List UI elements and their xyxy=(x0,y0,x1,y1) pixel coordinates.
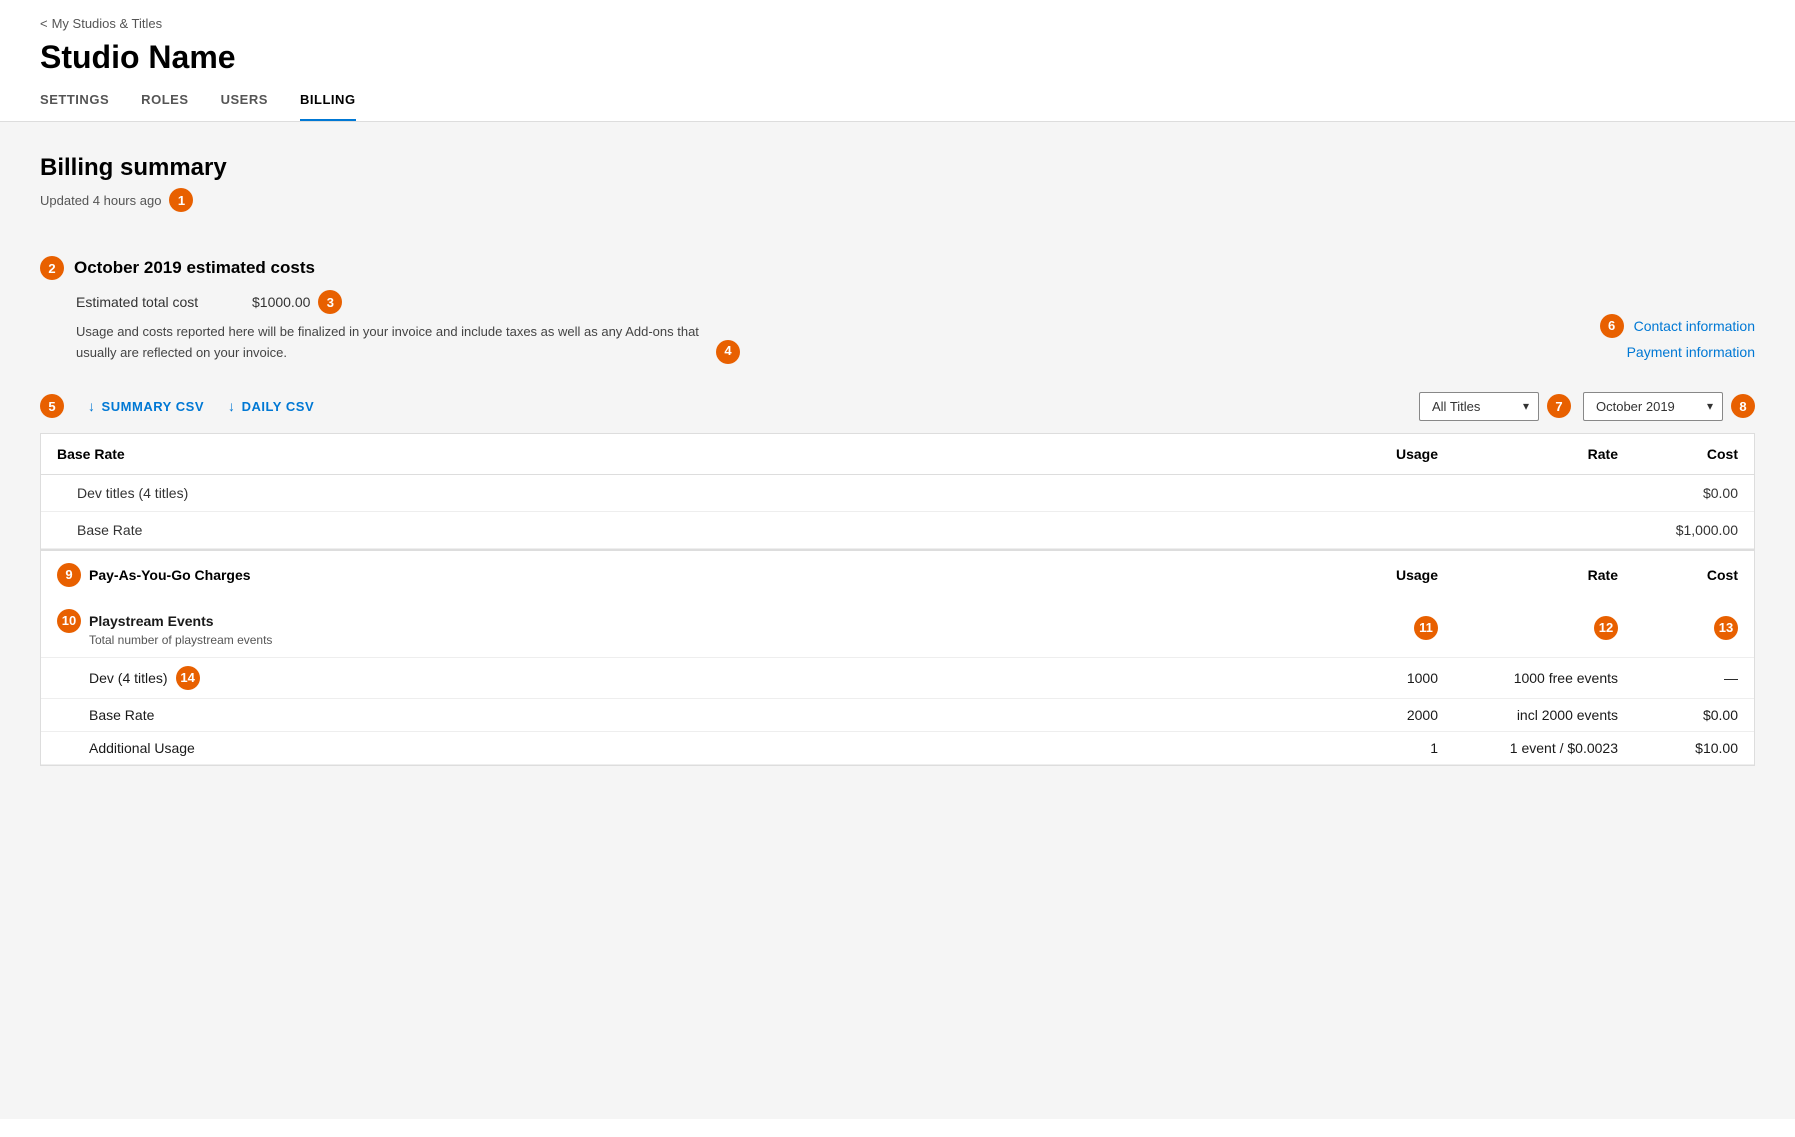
summary-csv-button[interactable]: ↓ SUMMARY CSV xyxy=(88,398,204,414)
playstream-section: 10 Playstream Events Total number of pla… xyxy=(41,599,1754,658)
base-rate-section-header: Base Rate Usage Rate Cost xyxy=(41,434,1754,475)
badge-13: 13 xyxy=(1714,616,1738,640)
badge-4: 4 xyxy=(716,340,740,364)
estimated-section-title: October 2019 estimated costs xyxy=(74,258,315,278)
table-row: Base Rate 2000 incl 2000 events $0.00 xyxy=(41,699,1754,732)
table-row: Dev titles (4 titles) $0.00 xyxy=(41,475,1754,512)
playstream-sublabel: Total number of playstream events xyxy=(57,633,1318,647)
download-icon: ↓ xyxy=(228,398,236,414)
month-filter-select[interactable]: October 2019 xyxy=(1583,392,1723,421)
tab-users[interactable]: USERS xyxy=(221,92,268,121)
billing-summary-title: Billing summary xyxy=(40,154,1755,182)
download-icon: ↓ xyxy=(88,398,96,414)
estimated-value: $1000.00 xyxy=(252,294,310,310)
badge-12: 12 xyxy=(1594,616,1618,640)
badge-6: 6 xyxy=(1600,314,1624,338)
badge-7: 7 xyxy=(1547,394,1571,418)
table-row: Additional Usage 1 1 event / $0.0023 $10… xyxy=(41,732,1754,765)
payg-section-header: 9 Pay-As-You-Go Charges Usage Rate Cost xyxy=(41,551,1754,599)
badge-9: 9 xyxy=(57,563,81,587)
badge-8: 8 xyxy=(1731,394,1755,418)
badge-1: 1 xyxy=(169,188,193,212)
badge-3: 3 xyxy=(318,290,342,314)
breadcrumb[interactable]: My Studios & Titles xyxy=(40,16,1755,31)
table-row: Dev (4 titles) 14 1000 1000 free events … xyxy=(41,658,1754,699)
badge-5: 5 xyxy=(40,394,64,418)
tab-settings[interactable]: SETTINGS xyxy=(40,92,109,121)
contact-information-link[interactable]: Contact information xyxy=(1634,318,1755,334)
payment-information-link[interactable]: Payment information xyxy=(1627,344,1755,360)
tab-billing[interactable]: BILLING xyxy=(300,92,356,121)
tab-roles[interactable]: ROLES xyxy=(141,92,188,121)
daily-csv-button[interactable]: ↓ DAILY CSV xyxy=(228,398,314,414)
badge-11: 11 xyxy=(1414,616,1438,640)
badge-10: 10 xyxy=(57,609,81,633)
titles-filter-select[interactable]: All Titles xyxy=(1419,392,1539,421)
playstream-label: Playstream Events xyxy=(89,613,214,629)
updated-text: Updated 4 hours ago xyxy=(40,193,161,208)
badge-2: 2 xyxy=(40,256,64,280)
table-row: Base Rate $1,000.00 xyxy=(41,512,1754,549)
page-title: Studio Name xyxy=(40,39,1755,76)
billing-description: Usage and costs reported here will be fi… xyxy=(76,322,700,364)
estimated-label: Estimated total cost xyxy=(76,294,236,310)
badge-14: 14 xyxy=(176,666,200,690)
